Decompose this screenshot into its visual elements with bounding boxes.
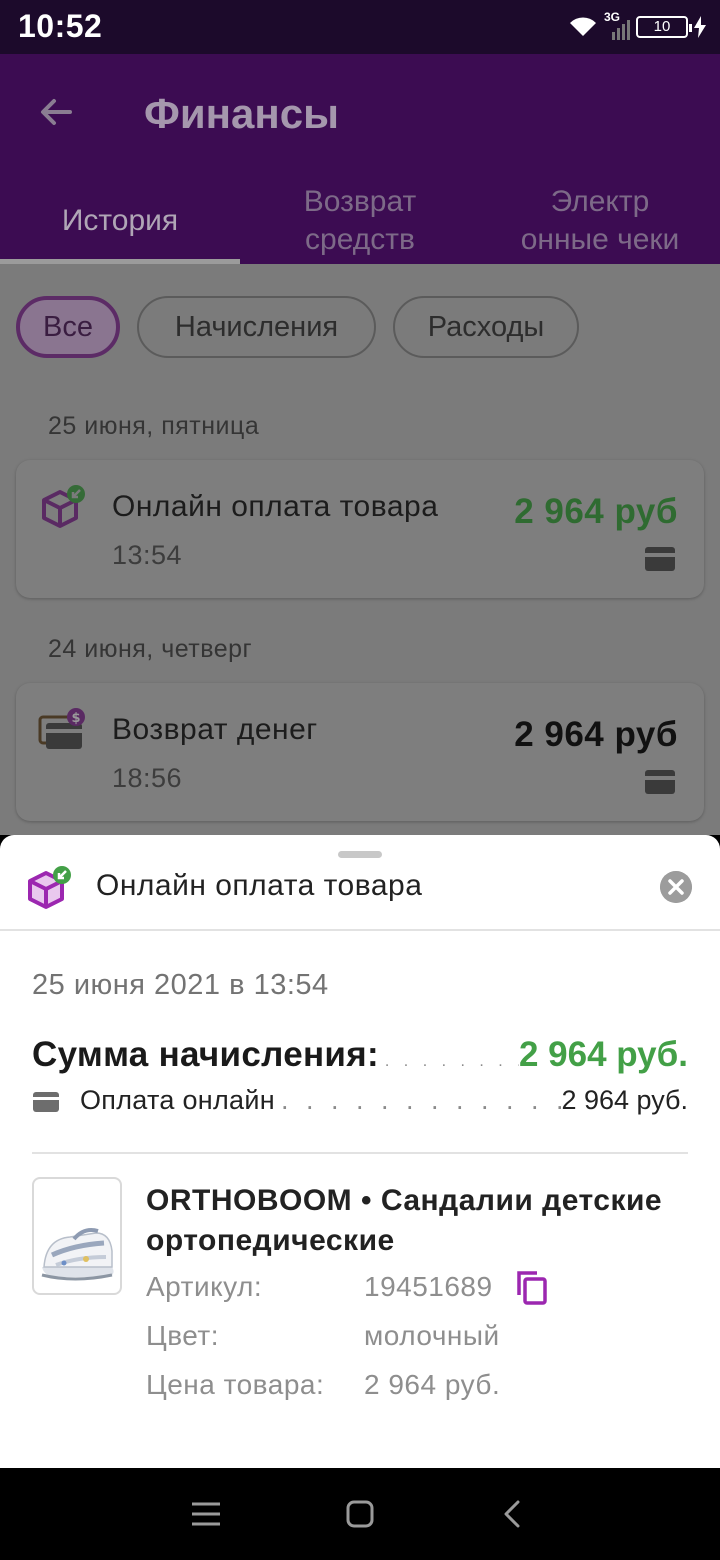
svg-text:$: $ [71, 711, 80, 726]
article-value: 19451689 [364, 1271, 493, 1302]
payment-row: Оплата онлайн . . . . . . . . . . . . . … [32, 1085, 688, 1119]
dot-leader: . . . . . . . . . . . . . . . . . . . . … [384, 1053, 519, 1070]
sandal-image [41, 1228, 114, 1281]
divider [0, 929, 720, 931]
close-icon[interactable] [660, 871, 692, 903]
box-incoming-icon [42, 485, 85, 528]
transaction-title: Возврат денег [112, 713, 318, 746]
sheet-drag-handle[interactable] [338, 851, 382, 858]
battery-icon: 10 [636, 16, 692, 38]
history-list: Все Начисления Расходы 25 июня, пятница … [0, 264, 720, 835]
transaction-title: Онлайн оплата товара [112, 490, 439, 523]
back-arrow-icon[interactable] [36, 92, 76, 132]
dot-leader: . . . . . . . . . . . . . . . . . . . . … [280, 1085, 561, 1115]
tab-refunds[interactable]: Возврат средств [240, 180, 480, 262]
back-icon[interactable] [494, 1496, 534, 1532]
copy-icon[interactable] [515, 1269, 549, 1307]
page-title: Финансы [144, 90, 339, 137]
bank-card-icon [33, 1092, 59, 1112]
filter-accruals[interactable]: Начисления [137, 296, 376, 358]
transaction-details-sheet: Онлайн оплата товара 25 июня 2021 в 13:5… [0, 835, 720, 1468]
transaction-datetime: 25 июня 2021 в 13:54 [32, 969, 329, 1001]
price-value: 2 964 руб. [364, 1369, 501, 1400]
charging-icon [694, 16, 706, 38]
transaction-amount: 2 964 руб [514, 492, 678, 531]
transaction-time: 13:54 [112, 540, 183, 570]
tab-e-receipts[interactable]: Электр онные чеки [480, 180, 720, 262]
status-icons: 3G 10 [568, 10, 706, 42]
filter-expenses[interactable]: Расходы [393, 296, 579, 358]
card-refund-icon: $ [38, 708, 85, 749]
sum-row: Сумма начисления: . . . . . . . . . . . … [32, 1035, 688, 1079]
payment-method-label: Оплата онлайн [80, 1085, 275, 1115]
system-nav-bar [0, 1468, 720, 1560]
product-title: ORTHOBOOM • Сандалии детские ортопедичес… [146, 1184, 663, 1257]
menu-icon[interactable] [186, 1496, 226, 1532]
sum-label: Сумма начисления: [32, 1035, 379, 1074]
home-icon[interactable] [340, 1496, 380, 1532]
transaction-amount: 2 964 руб [514, 715, 678, 754]
price-label: Цена товара: [146, 1369, 325, 1400]
sheet-title: Онлайн оплата товара [96, 869, 423, 902]
transaction-card[interactable]: Онлайн оплата товара 13:54 2 964 руб [16, 460, 704, 598]
article-label: Артикул: [146, 1271, 263, 1302]
app-header: Финансы История Возврат средств Электр онн… [0, 54, 720, 264]
filter-all[interactable]: Все [16, 296, 120, 358]
date-header: 24 июня, четверг [48, 635, 253, 663]
wifi-icon [570, 17, 596, 36]
sum-value: 2 964 руб. [518, 1035, 688, 1074]
payment-value: 2 964 руб. [561, 1085, 688, 1115]
bank-card-icon [645, 547, 675, 571]
color-label: Цвет: [146, 1320, 220, 1351]
tab-history[interactable]: История [0, 180, 240, 262]
divider [32, 1152, 688, 1154]
status-time: 10:52 [18, 8, 103, 44]
transaction-card[interactable]: $ Возврат денег 18:56 2 964 руб [16, 683, 704, 821]
status-bar: 10:52 3G 10 [0, 0, 720, 54]
color-value: молочный [364, 1320, 500, 1351]
product-image[interactable] [32, 1177, 122, 1295]
transaction-time: 18:56 [112, 763, 183, 793]
date-header: 25 июня, пятница [48, 412, 260, 440]
battery-level: 10 [653, 18, 671, 35]
bank-card-icon [645, 770, 675, 794]
box-incoming-icon [28, 866, 71, 909]
signal-3g-icon: 3G [604, 10, 630, 40]
